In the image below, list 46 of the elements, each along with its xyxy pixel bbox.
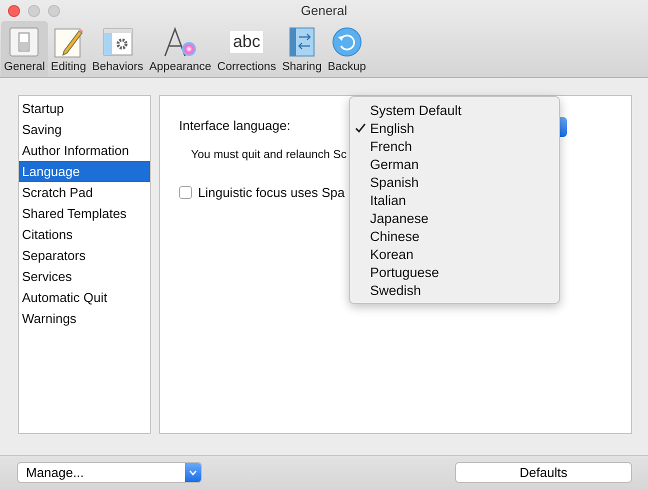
sidebar-item[interactable]: Saving xyxy=(19,119,150,140)
toolbar-tab[interactable]: General xyxy=(1,21,48,77)
menu-item[interactable]: Japanese xyxy=(370,210,429,226)
menu-item[interactable]: Swedish xyxy=(370,282,422,298)
sidebar-item[interactable]: Services xyxy=(19,266,150,287)
abc-icon: abc xyxy=(230,31,264,53)
menu-item[interactable]: Italian xyxy=(370,192,406,208)
chevron-down-icon xyxy=(189,470,197,476)
notepad-pencil-icon xyxy=(54,26,84,58)
toolbar-tab[interactable]: Appearance xyxy=(146,21,214,77)
sidebar-item[interactable]: Author Information xyxy=(19,140,150,161)
menu-item[interactable]: Portuguese xyxy=(370,264,440,280)
checkbox[interactable] xyxy=(179,186,192,199)
toolbar-tab[interactable]: abc Corrections xyxy=(214,21,280,77)
menu-item[interactable]: Chinese xyxy=(370,228,420,244)
sidebar-item[interactable]: Automatic Quit xyxy=(19,287,150,308)
menu-item[interactable]: Korean xyxy=(370,246,414,262)
defaults-button[interactable]: Defaults xyxy=(455,462,632,483)
close-button[interactable] xyxy=(8,4,20,16)
switch-icon xyxy=(9,27,40,57)
zoom-button[interactable] xyxy=(48,4,60,16)
field-label: Interface language: xyxy=(179,118,290,133)
manage-dropdown[interactable]: Manage... xyxy=(17,462,202,483)
menu-item[interactable]: System Default xyxy=(370,102,462,118)
window-title: General xyxy=(300,3,348,18)
sidebar-item[interactable]: Warnings xyxy=(19,308,150,329)
sidebar-item[interactable]: Separators xyxy=(19,245,150,266)
minimize-button[interactable] xyxy=(28,4,40,16)
toolbar-tab[interactable]: Editing xyxy=(48,21,90,77)
notebook-arrows-icon xyxy=(288,27,315,57)
toolbar-tab[interactable]: Backup xyxy=(324,21,370,77)
menu-item[interactable]: German xyxy=(370,156,419,172)
sidebar-item[interactable]: Language xyxy=(19,161,150,182)
relaunch-note: You must quit and relaunch Sc xyxy=(191,149,347,161)
toolbar-tab[interactable]: Behaviors xyxy=(89,21,146,77)
sidebar-item[interactable]: Startup xyxy=(19,98,150,119)
sidebar-item[interactable]: Scratch Pad xyxy=(19,182,150,203)
menu-item[interactable]: French xyxy=(370,138,412,154)
sidebar-item[interactable]: Citations xyxy=(19,224,150,245)
checkbox-label: Linguistic focus uses Spa xyxy=(198,185,345,200)
menu-item[interactable]: Spanish xyxy=(370,174,419,190)
letter-color-wheel-icon xyxy=(163,27,198,57)
toolbar-tab[interactable]: Sharing xyxy=(279,21,325,77)
window-gear-icon xyxy=(102,27,133,57)
sidebar-item[interactable]: Shared Templates xyxy=(19,203,150,224)
menu-item[interactable]: English xyxy=(370,120,414,136)
